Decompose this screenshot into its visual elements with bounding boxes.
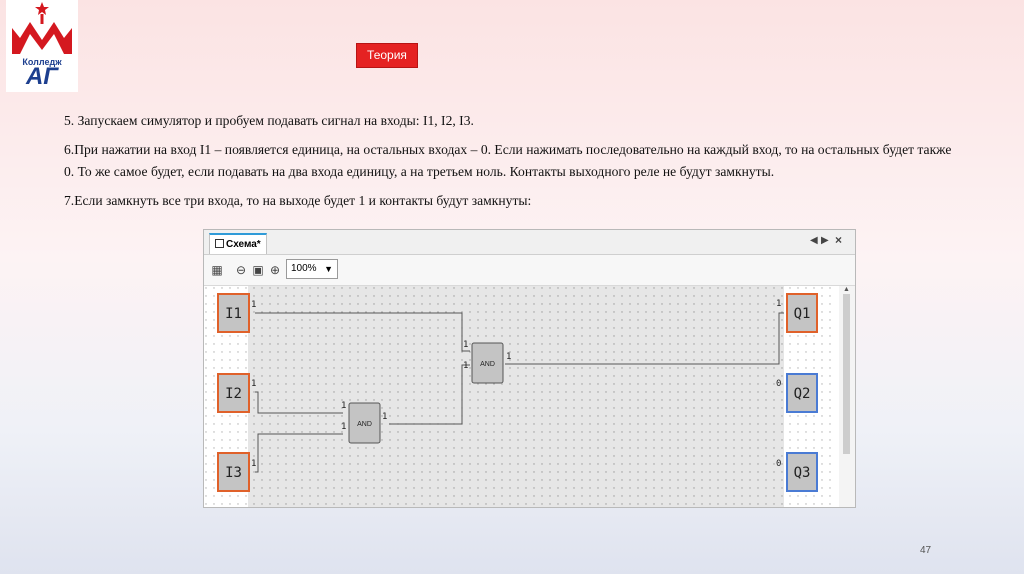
output-signal-q2: 0 <box>776 379 781 389</box>
tab-schema-label: Схема* <box>226 239 261 250</box>
output-signal-q1: 1 <box>776 299 781 309</box>
tab-strip: Схема* ◀ ▶ × <box>204 230 855 255</box>
schema-canvas[interactable]: I1 1 I2 1 I3 1 AND 1 1 1 AND 1 1 1 Q1 1 … <box>204 286 855 508</box>
input-signal-i3: 1 <box>251 459 256 469</box>
output-label-q3: Q3 <box>794 465 811 481</box>
input-signal-i1: 1 <box>251 300 256 310</box>
and-gate-1-out: 1 <box>382 412 387 422</box>
paragraph-step-5: 5. Запускаем симулятор и пробуем подават… <box>64 113 474 128</box>
instruction-text: 5. Запускаем симулятор и пробуем подават… <box>64 110 964 219</box>
zoom-value: 100% <box>291 263 317 274</box>
paragraph-step-6: 6.При нажатии на вход I1 – появляется ед… <box>64 142 952 179</box>
chevron-down-icon: ▼ <box>324 264 333 274</box>
and-gate-2-label: AND <box>480 361 495 368</box>
college-logo: Колледж АГ <box>6 0 78 92</box>
simulator-window: Схема* ◀ ▶ × ▦ ⊖ ▣ ⊕ 100% ▼ I1 1 I2 1 I3… <box>203 229 856 508</box>
lock-icon <box>215 239 224 248</box>
and-gate-2-out: 1 <box>506 352 511 362</box>
zoom-select[interactable]: 100% ▼ <box>286 259 338 279</box>
zoom-out-icon[interactable]: ⊖ <box>234 263 248 277</box>
zoom-in-icon[interactable]: ⊕ <box>268 263 282 277</box>
input-label-i3: I3 <box>225 465 242 481</box>
output-signal-q3: 0 <box>776 459 781 469</box>
and-gate-1-label: AND <box>357 421 372 428</box>
close-icon[interactable]: × <box>835 233 842 247</box>
input-signal-i2: 1 <box>251 379 256 389</box>
paragraph-step-7: 7.Если замкнуть все три входа, то на вых… <box>64 193 532 208</box>
output-label-q2: Q2 <box>794 386 811 402</box>
page-number: 47 <box>920 545 932 556</box>
scroll-up-icon[interactable]: ▲ <box>843 286 850 293</box>
and-gate-2-in2: 1 <box>463 361 468 371</box>
input-label-i2: I2 <box>225 386 242 402</box>
tab-schema[interactable]: Схема* <box>209 233 267 254</box>
output-label-q1: Q1 <box>794 306 811 322</box>
and-gate-1-in1: 1 <box>341 401 346 411</box>
kremlin-star-logo-icon <box>12 2 72 54</box>
theory-badge[interactable]: Теория <box>356 43 418 68</box>
input-label-i1: I1 <box>225 306 242 322</box>
tab-scroll-right-icon[interactable]: ▶ <box>821 235 829 246</box>
vertical-scrollbar[interactable]: ▲ <box>839 286 855 507</box>
and-gate-1-in2: 1 <box>341 422 346 432</box>
logo-letters: АГ <box>25 63 59 90</box>
grid-icon[interactable]: ▦ <box>210 263 224 277</box>
and-gate-2-in1: 1 <box>463 340 468 350</box>
tab-scroll-left-icon[interactable]: ◀ <box>810 235 818 246</box>
toolbar: ▦ ⊖ ▣ ⊕ 100% ▼ <box>204 255 855 286</box>
zoom-fit-icon[interactable]: ▣ <box>251 263 265 277</box>
scrollbar-thumb[interactable] <box>843 294 850 454</box>
